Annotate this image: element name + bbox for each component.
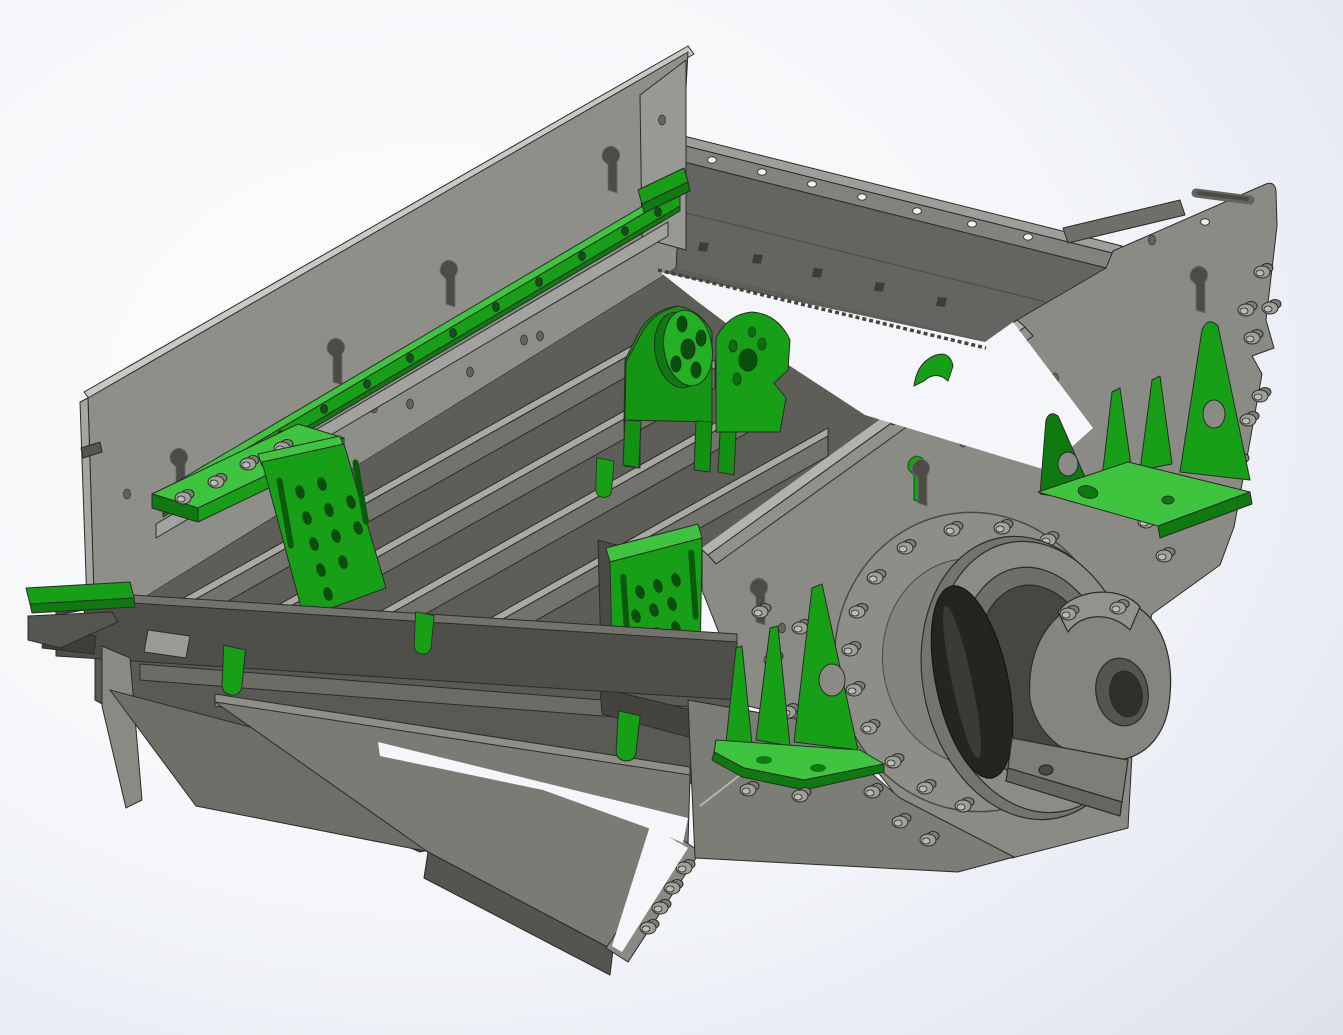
right-wall-bolt-hole (1201, 219, 1210, 225)
green-flat-bar[interactable] (26, 582, 135, 613)
cad-viewport[interactable] (0, 0, 1343, 1035)
right-plate-flange-hole (739, 349, 757, 371)
bracket-left-leg1 (623, 420, 641, 468)
strap-hook (595, 458, 615, 498)
bracket-left-leg2 (694, 421, 712, 472)
gusset-far-hole (1203, 400, 1225, 428)
disc-center-hole (681, 339, 695, 359)
bearing-base-hole (1039, 765, 1053, 775)
strap-hook (413, 612, 435, 655)
bracket-right-leg (718, 432, 736, 475)
strap-hook (220, 645, 245, 696)
base-hole-2 (1162, 496, 1174, 504)
cad-render[interactable] (0, 0, 1343, 1035)
gusset-near-hole (1058, 452, 1078, 476)
gusset-hole (819, 664, 845, 696)
